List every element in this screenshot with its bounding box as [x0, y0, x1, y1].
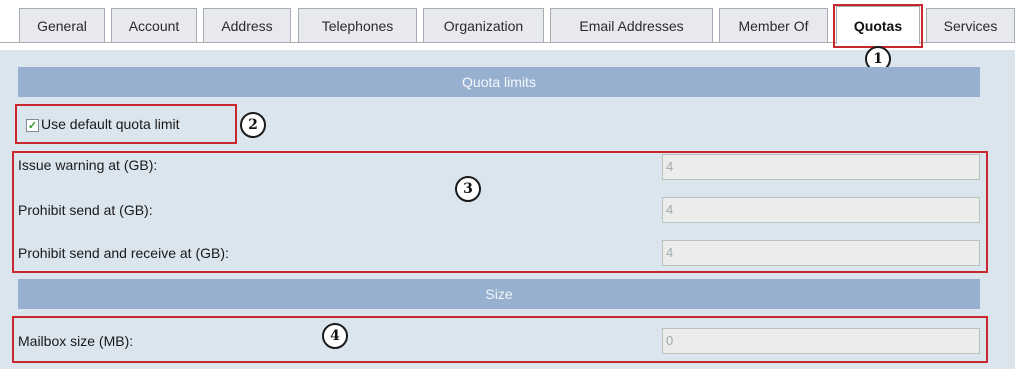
issue-warning-field[interactable]: 4 [662, 154, 980, 180]
use-default-quota-checkbox[interactable]: ✓ [26, 119, 39, 132]
tab-telephones[interactable]: Telephones [298, 8, 417, 42]
callout-2: 2 [240, 112, 266, 138]
tab-organization[interactable]: Organization [423, 8, 544, 42]
tab-bar: General Account Address Telephones Organ… [0, 0, 1015, 50]
tab-email-addresses[interactable]: Email Addresses [550, 8, 713, 42]
use-default-quota-label: Use default quota limit [41, 116, 180, 132]
tab-account[interactable]: Account [111, 8, 197, 42]
quota-limits-header: Quota limits [18, 67, 980, 97]
callout-4: 4 [322, 323, 348, 349]
prohibit-send-field[interactable]: 4 [662, 197, 980, 223]
size-header: Size [18, 279, 980, 309]
callout-3: 3 [455, 176, 481, 202]
prohibit-send-receive-label: Prohibit send and receive at (GB): [18, 245, 229, 261]
prohibit-send-label: Prohibit send at (GB): [18, 202, 153, 218]
prohibit-send-receive-field[interactable]: 4 [662, 240, 980, 266]
tab-address[interactable]: Address [203, 8, 291, 42]
mailbox-size-label: Mailbox size (MB): [18, 333, 134, 349]
issue-warning-label: Issue warning at (GB): [18, 157, 158, 173]
tab-services[interactable]: Services [926, 8, 1015, 42]
tab-general[interactable]: General [19, 8, 105, 42]
quotas-tab-highlight [833, 4, 923, 48]
tab-member-of[interactable]: Member Of [719, 8, 828, 42]
mailbox-size-field[interactable]: 0 [662, 328, 980, 354]
